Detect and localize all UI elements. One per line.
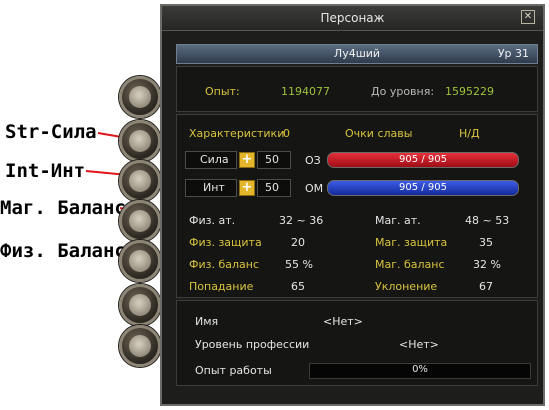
int-label: Инт xyxy=(203,181,225,194)
accuracy-label: Попадание xyxy=(189,280,254,293)
mag-defense-value: 35 xyxy=(479,236,493,249)
hp-bar: 905 / 905 xyxy=(327,152,519,168)
mp-value: 905 / 905 xyxy=(399,182,447,193)
hand-icon xyxy=(129,210,151,232)
annotation-phys-balance: Физ. Баланс xyxy=(0,240,126,262)
work-exp-bar: 0% xyxy=(309,363,531,379)
side-button-2[interactable] xyxy=(119,120,161,162)
mp-label: ОМ xyxy=(305,182,324,195)
profession-name-label: Имя xyxy=(195,315,219,328)
evasion-value: 67 xyxy=(479,280,493,293)
mag-defense-label: Маг. защита xyxy=(375,236,448,249)
side-button-7[interactable] xyxy=(119,325,161,367)
mag-attack-label: Маг. ат. xyxy=(375,214,421,227)
work-exp-value: 0% xyxy=(412,364,428,375)
next-level-label: До уровня: xyxy=(371,85,435,98)
skills-icon xyxy=(129,130,151,152)
next-level-value: 1595229 xyxy=(445,85,494,98)
hp-label: ОЗ xyxy=(305,154,321,167)
side-button-portrait[interactable] xyxy=(119,76,161,118)
annotation-str: Str-Сила xyxy=(5,121,97,143)
hand-icon xyxy=(129,170,151,192)
title-bar[interactable]: Персонаж ✕ xyxy=(162,6,543,31)
exp-value: 1194077 xyxy=(281,85,330,98)
glory-value: Н/Д xyxy=(459,127,480,140)
int-label-box: Инт xyxy=(185,179,237,197)
character-level: Ур 31 xyxy=(497,47,529,60)
profession-level-label: Уровень профессии xyxy=(195,338,310,351)
hand-icon xyxy=(129,250,151,272)
name-bar: Лу4ший Ур 31 xyxy=(176,44,538,64)
mag-balance-value: 32 % xyxy=(473,258,501,271)
annotation-int: Int-Инт xyxy=(5,160,86,182)
side-button-4[interactable] xyxy=(119,200,161,242)
profession-level-value: <Нет> xyxy=(399,338,439,351)
close-icon[interactable]: ✕ xyxy=(521,10,535,24)
evasion-label: Уклонение xyxy=(375,280,438,293)
exp-label: Опыт: xyxy=(205,85,240,98)
portrait-icon xyxy=(129,86,151,108)
window-title: Персонаж xyxy=(320,11,385,25)
annotation-mag-balance: Маг. Баланс xyxy=(0,197,126,219)
accuracy-value: 65 xyxy=(291,280,305,293)
mag-balance-label: Маг. баланс xyxy=(375,258,445,271)
glory-label: Очки славы xyxy=(345,127,413,140)
hand-icon xyxy=(129,335,151,357)
int-value: 50 xyxy=(265,181,279,194)
phys-attack-label: Физ. ат. xyxy=(189,214,236,227)
str-plus-button[interactable]: + xyxy=(239,152,255,168)
side-button-6[interactable] xyxy=(119,284,161,326)
free-points-value: 0 xyxy=(283,127,290,140)
phys-attack-value: 32 ~ 36 xyxy=(279,214,324,227)
stats-panel: Характеристики 0 Очки славы Н/Д Сила + 5… xyxy=(176,114,538,298)
character-window: Персонаж ✕ Лу4ший Ур 31 Опыт: 1194077 До… xyxy=(160,4,545,406)
str-value: 50 xyxy=(265,153,279,166)
side-button-3[interactable] xyxy=(119,160,161,202)
phys-defense-value: 20 xyxy=(291,236,305,249)
str-label-box: Сила xyxy=(185,151,237,169)
experience-panel: Опыт: 1194077 До уровня: 1595229 xyxy=(176,66,538,112)
phys-defense-label: Физ. защита xyxy=(189,236,262,249)
str-value-box: 50 xyxy=(257,151,291,169)
int-value-box: 50 xyxy=(257,179,291,197)
mag-attack-value: 48 ~ 53 xyxy=(465,214,510,227)
mp-bar: 905 / 905 xyxy=(327,180,519,196)
str-label: Сила xyxy=(200,153,229,166)
characteristics-label: Характеристики xyxy=(189,127,285,140)
hand-icon xyxy=(129,294,151,316)
work-exp-label: Опыт работы xyxy=(195,364,272,377)
int-plus-button[interactable]: + xyxy=(239,180,255,196)
character-name: Лу4ший xyxy=(333,47,381,60)
profession-name-value: <Нет> xyxy=(323,315,363,328)
side-button-5[interactable] xyxy=(119,240,161,282)
hp-value: 905 / 905 xyxy=(399,154,447,165)
phys-balance-label: Физ. баланс xyxy=(189,258,259,271)
phys-balance-value: 55 % xyxy=(285,258,313,271)
